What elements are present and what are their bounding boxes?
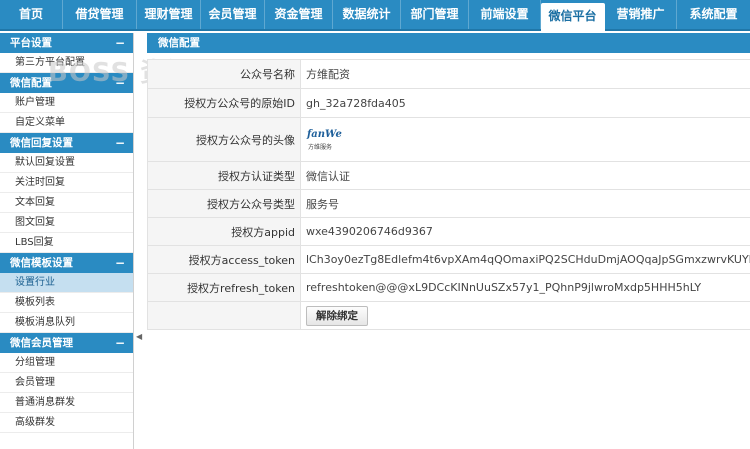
table-row: 授权方refresh_token refreshtoken@@@xL9DCcKI… <box>147 273 750 302</box>
panel-title: 微信配置 <box>147 33 750 53</box>
table-row: 解除绑定 <box>147 301 750 330</box>
row-label: 授权方公众号类型 <box>147 189 301 218</box>
collapse-icon[interactable]: − <box>115 33 125 53</box>
sidebar-item-member-management[interactable]: 会员管理 <box>0 373 133 393</box>
sidebar-item-follow-reply[interactable]: 关注时回复 <box>0 173 133 193</box>
table-row: 授权方公众号的原始ID gh_32a728fda405 <box>147 88 750 118</box>
tab-system-config[interactable]: 系统配置 <box>677 0 750 29</box>
sidebar-item-broadcast[interactable]: 普通消息群发 <box>0 393 133 413</box>
row-label: 授权方refresh_token <box>147 273 301 302</box>
sidebar-item-image-text-reply[interactable]: 图文回复 <box>0 213 133 233</box>
sidebar-group-title: 微信配置 <box>10 77 52 89</box>
row-label: 授权方公众号的头像 <box>147 117 301 162</box>
tab-member-management[interactable]: 会员管理 <box>201 0 265 29</box>
sidebar-item-advanced-broadcast[interactable]: 高级群发 <box>0 413 133 433</box>
sidebar-group-title: 微信会员管理 <box>10 337 73 349</box>
sidebar-group-title: 平台设置 <box>10 37 52 49</box>
table-row: 授权方appid wxe4390206746d9367 <box>147 217 750 246</box>
tab-department-management[interactable]: 部门管理 <box>401 0 469 29</box>
sidebar-group-platform-settings[interactable]: 平台设置 − <box>0 33 133 53</box>
row-label: 授权方认证类型 <box>147 161 301 190</box>
row-value: wxe4390206746d9367 <box>300 217 750 246</box>
row-value: gh_32a728fda405 <box>300 88 750 118</box>
sidebar-item-lbs-reply[interactable]: LBS回复 <box>0 233 133 253</box>
sidebar-item-text-reply[interactable]: 文本回复 <box>0 193 133 213</box>
sidebar-group-template-settings[interactable]: 微信模板设置 − <box>0 253 133 273</box>
collapse-icon[interactable]: − <box>115 253 125 273</box>
sidebar-group-title: 微信模板设置 <box>10 257 73 269</box>
collapse-icon[interactable]: − <box>115 333 125 353</box>
row-label: 授权方appid <box>147 217 301 246</box>
table-row: 授权方认证类型 微信认证 <box>147 161 750 190</box>
top-nav: 首页 借贷管理 理财管理 会员管理 资金管理 数据统计 部门管理 前端设置 微信… <box>0 0 750 31</box>
main-panel: 微信配置 公众号名称 方维配资 授权方公众号的原始ID gh_32a728fda… <box>147 33 750 449</box>
unbind-button[interactable]: 解除绑定 <box>306 305 368 326</box>
collapse-icon[interactable]: − <box>115 133 125 153</box>
avatar: fanWe 方维服务 <box>306 127 346 153</box>
avatar-logo-text: fanWe <box>307 128 342 140</box>
row-label <box>147 301 301 330</box>
sidebar-group-wechat-config[interactable]: 微信配置 − <box>0 73 133 93</box>
row-value: 解除绑定 <box>300 301 750 330</box>
sidebar-item-account-management[interactable]: 账户管理 <box>0 93 133 113</box>
table-row: 公众号名称 方维配资 <box>147 59 750 89</box>
sidebar-item-custom-menu[interactable]: 自定义菜单 <box>0 113 133 133</box>
sidebar-group-title: 微信回复设置 <box>10 137 73 149</box>
config-table: 公众号名称 方维配资 授权方公众号的原始ID gh_32a728fda405 授… <box>147 59 750 330</box>
sidebar-item-template-list[interactable]: 模板列表 <box>0 293 133 313</box>
row-label: 授权方公众号的原始ID <box>147 88 301 118</box>
sidebar-collapse-icon[interactable]: ◀ <box>136 325 142 349</box>
row-value: 服务号 <box>300 189 750 218</box>
sidebar-item-template-queue[interactable]: 模板消息队列 <box>0 313 133 333</box>
sidebar-group-member-management[interactable]: 微信会员管理 − <box>0 333 133 353</box>
row-label: 公众号名称 <box>147 59 301 89</box>
tab-frontend-settings[interactable]: 前端设置 <box>469 0 541 29</box>
avatar-logo-subtext: 方维服务 <box>308 143 333 151</box>
sidebar-item-default-reply[interactable]: 默认回复设置 <box>0 153 133 173</box>
table-row: 授权方access_token lCh3oy0ezTg8Edlefm4t6vpX… <box>147 245 750 274</box>
row-value: refreshtoken@@@xL9DCcKINnUuSZx57y1_PQhnP… <box>300 273 750 302</box>
sidebar-group-reply-settings[interactable]: 微信回复设置 − <box>0 133 133 153</box>
tab-fund-management[interactable]: 资金管理 <box>265 0 333 29</box>
tab-marketing[interactable]: 营销推广 <box>605 0 677 29</box>
tab-finance-management[interactable]: 理财管理 <box>137 0 201 29</box>
sidebar: 平台设置 − 第三方平台配置 微信配置 − 账户管理 自定义菜单 微信回复设置 … <box>0 33 134 449</box>
row-value: 方维配资 <box>300 59 750 89</box>
row-value: fanWe 方维服务 <box>300 117 750 162</box>
row-label: 授权方access_token <box>147 245 301 274</box>
sidebar-item-set-industry[interactable]: 设置行业 <box>0 273 133 293</box>
row-value: lCh3oy0ezTg8Edlefm4t6vpXAm4qQOmaxiPQ2SCH… <box>300 245 750 274</box>
tab-loan-management[interactable]: 借贷管理 <box>63 0 137 29</box>
table-row: 授权方公众号类型 服务号 <box>147 189 750 218</box>
row-value: 微信认证 <box>300 161 750 190</box>
table-row: 授权方公众号的头像 fanWe 方维服务 <box>147 117 750 162</box>
sidebar-item-third-party-config[interactable]: 第三方平台配置 <box>0 53 133 73</box>
tab-home[interactable]: 首页 <box>0 0 63 29</box>
collapse-icon[interactable]: − <box>115 73 125 93</box>
sidebar-item-group-management[interactable]: 分组管理 <box>0 353 133 373</box>
tab-statistics[interactable]: 数据统计 <box>333 0 401 29</box>
tab-wechat-platform[interactable]: 微信平台 <box>541 3 605 31</box>
